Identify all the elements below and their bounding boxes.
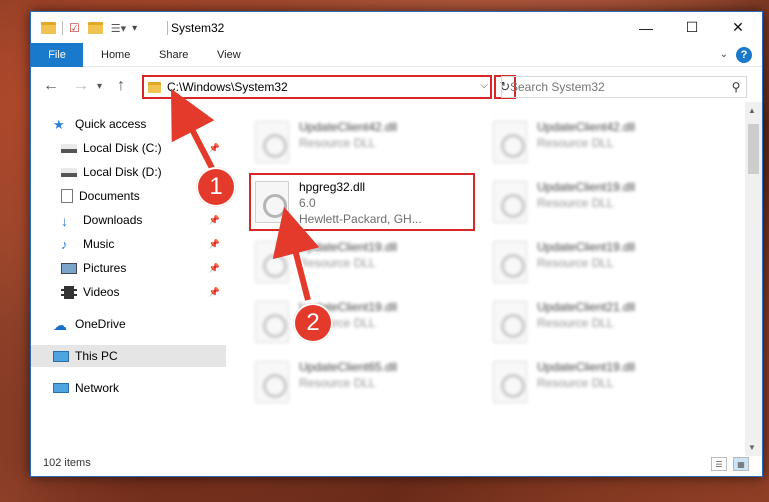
back-button[interactable]: ← [43,77,59,95]
step-2-badge: 2 [293,303,333,343]
pin-icon[interactable]: 📌 [209,263,220,274]
drive-icon [61,143,77,153]
step-1-badge: 1 [196,167,236,207]
sidebar-item-onedrive[interactable]: ☁ OneDrive [31,313,226,335]
sidebar-item-pictures[interactable]: Pictures 📌 [31,257,226,279]
new-folder-icon[interactable] [87,22,103,34]
sidebar-item-network[interactable]: Network [31,377,226,399]
ribbon-tabs: File Home Share View ⌄ ? [31,43,762,67]
file-item[interactable]: UpdateClient19.dll Resource DLL [251,236,476,292]
dll-file-icon [493,241,527,283]
minimize-button[interactable]: — [623,12,669,43]
navigation-pane: ★ Quick access Local Disk (C:) 📌 Local D… [31,110,226,450]
recent-locations-icon[interactable]: ▾ [97,81,102,92]
file-item[interactable]: UpdateClient19.dll Resource DLL [489,176,714,232]
file-item[interactable]: UpdateClient19.dll Resource DLL [489,236,714,292]
file-item[interactable]: UpdateClient42.dll Resource DLL [489,116,714,172]
title-bar: ☑ ☰▾ ▾ System32 — ☐ ✕ [31,12,762,43]
computer-icon [53,350,69,362]
file-item[interactable]: UpdateClient19.dll Resource DLL [251,296,476,352]
documents-icon [61,189,73,203]
quick-access-toolbar: ☑ ☰▾ ▾ [41,20,137,36]
sidebar-item-quick-access[interactable]: ★ Quick access [31,113,226,135]
search-box[interactable]: ⚲ [501,76,747,98]
dll-file-icon [255,361,289,403]
tab-file[interactable]: File [31,43,83,67]
navigation-bar: ← → ▾ ↑ C:\Windows\System32 ⌵ ↻ ⚲ [31,75,762,101]
address-path[interactable]: C:\Windows\System32 [167,80,288,94]
window-title: System32 [171,21,225,35]
expand-ribbon-icon[interactable]: ⌄ [720,49,728,60]
tab-home[interactable]: Home [101,43,130,67]
sidebar-item-videos[interactable]: Videos 📌 [31,281,226,303]
details-view-icon[interactable]: ☰ [711,457,727,471]
vertical-scrollbar[interactable]: ▲ ▼ [745,102,762,456]
file-item[interactable]: UpdateClient42.dll Resource DLL [251,116,476,172]
scroll-thumb[interactable] [748,124,759,174]
pin-icon[interactable]: 📌 [209,143,220,154]
help-icon[interactable]: ? [736,47,752,63]
customize-icon[interactable]: ☰▾ [111,22,126,35]
up-button[interactable]: ↑ [117,77,125,95]
forward-button[interactable]: → [73,77,89,95]
dll-file-icon [493,301,527,343]
item-count: 102 items [43,457,91,469]
file-item[interactable]: UpdateClient65.dll Resource DLL [251,356,476,412]
sidebar-item-music[interactable]: ♪ Music 📌 [31,233,226,255]
chevron-down-icon[interactable]: ⌵ [480,80,488,91]
close-button[interactable]: ✕ [715,12,761,43]
music-icon: ♪ [61,237,68,252]
dll-file-icon [255,121,289,163]
address-bar[interactable]: C:\Windows\System32 ⌵ [142,75,492,99]
tab-share[interactable]: Share [159,43,188,67]
scroll-down-icon[interactable]: ▼ [748,443,756,452]
search-input[interactable] [510,80,726,94]
pictures-icon [61,262,77,274]
star-icon: ★ [53,117,65,132]
folder-icon [41,22,56,34]
file-highlight-box [249,173,475,231]
videos-icon [61,285,77,299]
sidebar-item-this-pc[interactable]: This PC [31,345,226,367]
folder-icon [148,81,161,93]
pin-icon[interactable]: 📌 [209,287,220,298]
pin-icon[interactable]: 📌 [209,239,220,250]
qat-dropdown-icon[interactable]: ▾ [132,23,137,34]
search-icon[interactable]: ⚲ [726,80,746,94]
dll-file-icon [255,301,289,343]
file-item[interactable]: UpdateClient21.dll Resource DLL [489,296,714,352]
properties-icon[interactable]: ☑ [69,21,80,35]
cloud-icon: ☁ [53,317,67,333]
sidebar-item-downloads[interactable]: ↓ Downloads 📌 [31,209,226,231]
dll-file-icon [493,181,527,223]
file-item[interactable]: UpdateClient19.dll Resource DLL [489,356,714,412]
sidebar-item-local-disk-c[interactable]: Local Disk (C:) 📌 [31,137,226,159]
dll-file-icon [493,361,527,403]
maximize-button[interactable]: ☐ [669,12,715,43]
dll-file-icon [255,241,289,283]
pin-icon[interactable]: 📌 [209,215,220,226]
network-icon [53,383,69,393]
dll-file-icon [493,121,527,163]
tab-view[interactable]: View [217,43,241,67]
large-icons-view-icon[interactable]: ▦ [733,457,749,471]
download-icon: ↓ [61,213,68,229]
scroll-up-icon[interactable]: ▲ [748,106,756,115]
drive-icon [61,167,77,177]
explorer-window: ☑ ☰▾ ▾ System32 — ☐ ✕ File Home Share Vi… [30,11,763,477]
